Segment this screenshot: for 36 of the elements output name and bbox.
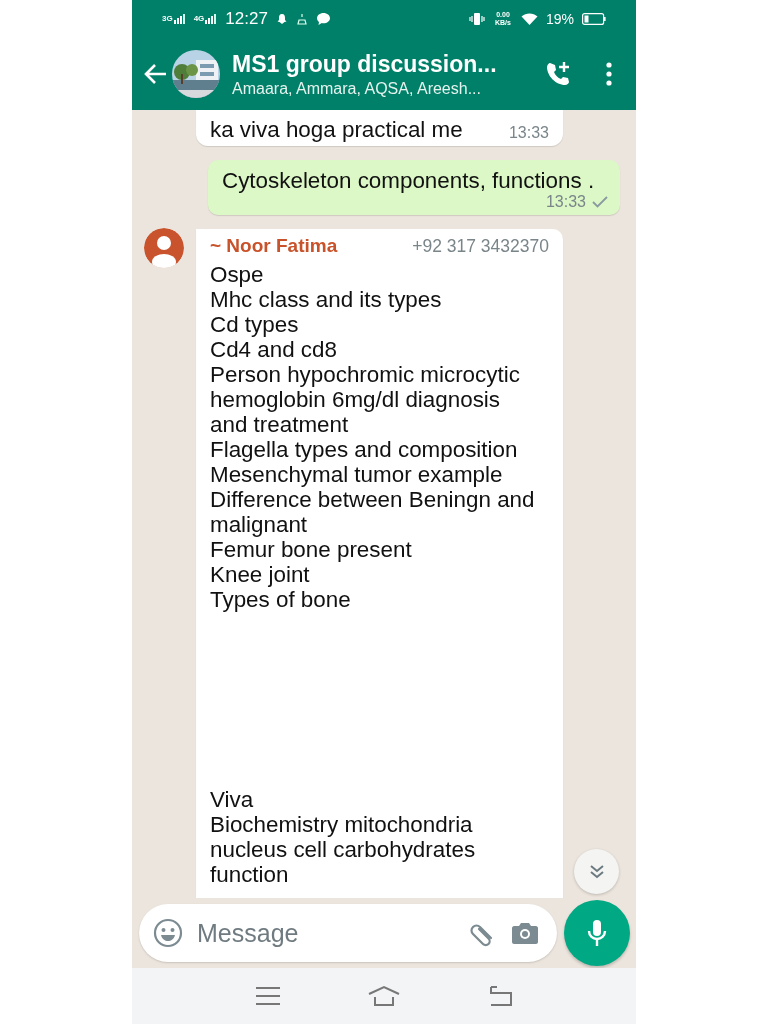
chat-bubble-icon <box>315 12 331 26</box>
back-icon[interactable] <box>487 985 513 1007</box>
clock: 12:27 <box>225 9 268 29</box>
group-title[interactable]: MS1 group discussion... <box>232 50 526 78</box>
back-arrow-icon[interactable] <box>144 63 168 85</box>
add-call-icon[interactable] <box>544 60 572 88</box>
home-icon[interactable] <box>367 985 401 1007</box>
message-field[interactable]: Message <box>139 904 557 962</box>
wifi-icon <box>520 12 538 26</box>
message-input[interactable]: Message <box>195 917 457 949</box>
message-time: 13:33 <box>545 193 586 211</box>
vibrate-icon <box>468 12 485 26</box>
network-label: 3G <box>162 14 173 23</box>
message-time: 13:33 <box>508 124 549 142</box>
message-text: Cytoskeleton components, functions . <box>222 168 596 193</box>
check-icon <box>592 196 608 208</box>
microphone-icon <box>587 918 607 948</box>
battery-icon <box>582 13 606 25</box>
camera-icon[interactable] <box>511 921 539 945</box>
avatar-icon[interactable] <box>144 228 184 268</box>
network-label: 4G <box>193 14 205 23</box>
more-options-icon[interactable] <box>606 62 612 86</box>
menu-icon[interactable] <box>255 986 281 1006</box>
sender-phone: +92 317 3432370 <box>412 236 549 257</box>
message-text: Viva Biochemistry mitochondria nucleus cell carbohydrates function <box>210 787 477 887</box>
signal-icon <box>205 14 218 24</box>
message-text: ka viva hoga practical me <box>210 117 463 142</box>
message-text: Ospe Mhc class and its types Cd types Cd4 and cd8 Person hypochromic microcytic hemoglobin 6mg/dl diagnosis and treatment Flagella types and composition Mesenchymal tumor example Difference between Beningn and malignant Femur bone present Knee joint Types of bone <box>210 262 536 612</box>
scroll-down-button[interactable] <box>574 849 619 894</box>
emoji-icon[interactable] <box>153 918 183 948</box>
ghost-icon <box>275 13 288 25</box>
sender-name: ~ Noor Fatima <box>210 235 338 257</box>
microphone-button[interactable] <box>564 900 630 966</box>
signal-icon <box>173 14 186 24</box>
group-members: Amaara, Ammara, AQSA, Areesh... <box>232 79 482 98</box>
battery-percent: 19% <box>545 11 574 27</box>
